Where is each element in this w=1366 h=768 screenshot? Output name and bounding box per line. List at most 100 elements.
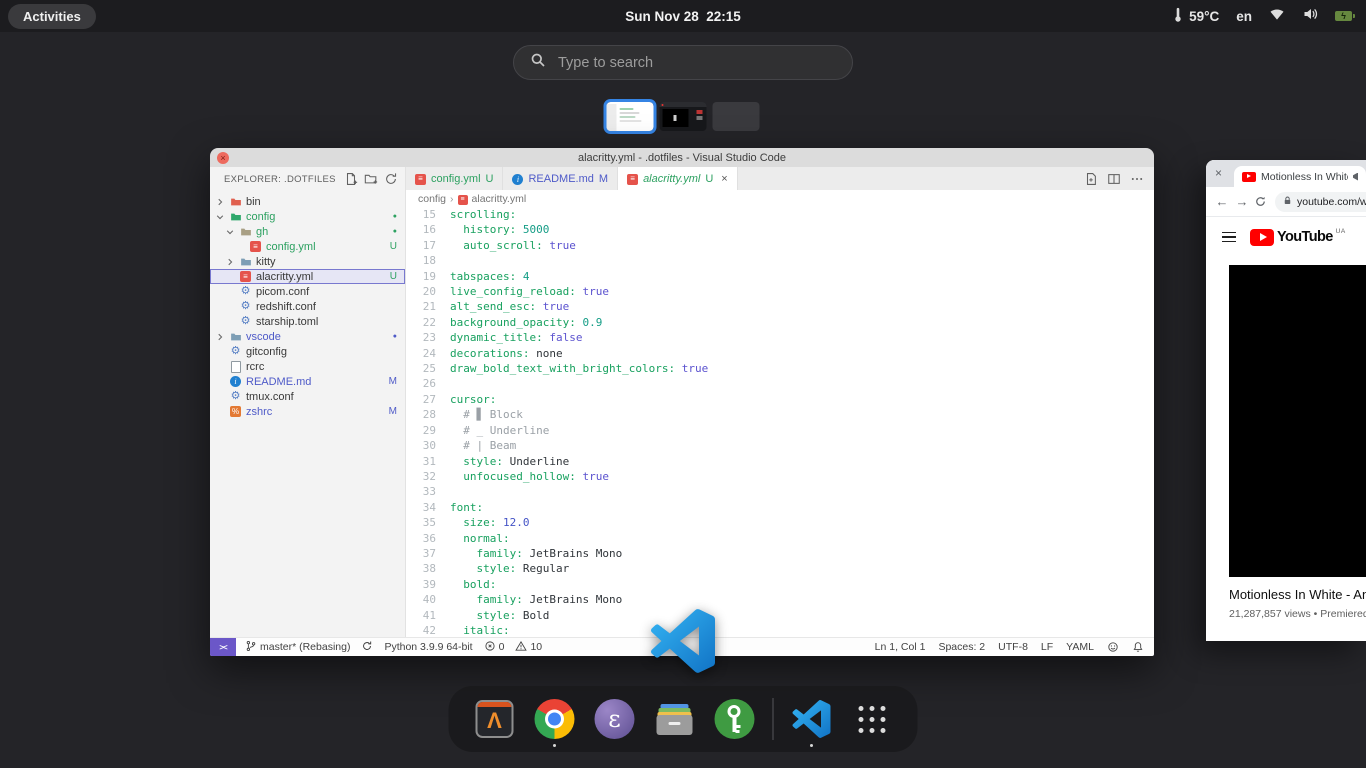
status-spaces-2[interactable]: Spaces: 2 [938, 641, 985, 653]
dock-item-alacritty[interactable]: Λ [469, 686, 521, 752]
split-icon[interactable] [1107, 172, 1121, 186]
new-folder-icon[interactable] [364, 172, 378, 186]
line-number: 20 [406, 284, 450, 299]
clock[interactable]: Sun Nov 28 22:15 [625, 9, 741, 24]
line-text: decorations: none [450, 346, 563, 361]
chrome-window[interactable]: × Motionless In White - ← → youtube.com/… [1206, 160, 1366, 641]
tree-item-gh[interactable]: gh● [210, 224, 405, 239]
dock-item-keys[interactable] [709, 686, 761, 752]
tree-item-readme-md[interactable]: iREADME.mdM [210, 374, 405, 389]
address-bar[interactable]: youtube.com/wa [1275, 192, 1366, 212]
tree-item-vscode[interactable]: vscode● [210, 329, 405, 344]
dock-item-emacs[interactable]: ε [589, 686, 641, 752]
breadcrumb[interactable]: config›≡alacritty.yml [406, 190, 1154, 207]
chevron-right-icon [215, 332, 225, 342]
line-number: 24 [406, 346, 450, 361]
workspace-thumbnail-vscode[interactable] [607, 102, 654, 131]
remote-indicator[interactable]: >< [210, 638, 236, 656]
tree-item-bin[interactable]: bin [210, 194, 405, 209]
tree-item-zshrc[interactable]: %zshrcM [210, 404, 405, 419]
workspace-thumbnail-youtube[interactable] [660, 102, 707, 131]
reload-button[interactable] [1254, 195, 1267, 208]
tab-alacritty-yml[interactable]: ≡alacritty.ymlU× [618, 167, 738, 190]
line-text: italic: [450, 623, 510, 637]
tree-item-config[interactable]: config● [210, 209, 405, 224]
breadcrumb-item[interactable]: alacritty.yml [472, 193, 527, 205]
dock-item-app-grid[interactable] [846, 686, 898, 752]
dock-item-files[interactable] [649, 686, 701, 752]
gear-icon: ⚙ [239, 301, 252, 312]
refresh-icon[interactable] [384, 172, 398, 186]
line-text: background_opacity: 0.9 [450, 315, 602, 330]
tree-item-config-yml[interactable]: ≡config.ymlU [210, 239, 405, 254]
line-text: live_config_reload: true [450, 284, 609, 299]
window-close-button[interactable]: × [217, 152, 229, 164]
tab-readme-md[interactable]: iREADME.mdM [503, 167, 618, 190]
status-branch[interactable]: master* (Rebasing) [245, 640, 350, 655]
tree-item-rcrc[interactable]: rcrc [210, 359, 405, 374]
tree-item-tmux-conf[interactable]: ⚙tmux.conf [210, 389, 405, 404]
feedback-icon[interactable] [1107, 641, 1119, 653]
search-input[interactable] [556, 54, 836, 72]
file-label: zshrc [246, 406, 272, 418]
previous-tab-close-icon[interactable]: × [1215, 166, 1222, 180]
tree-item-gitconfig[interactable]: ⚙gitconfig [210, 344, 405, 359]
status-utf-8[interactable]: UTF-8 [998, 641, 1028, 653]
tree-item-kitty[interactable]: kitty [210, 254, 405, 269]
tree-item-picom-conf[interactable]: ⚙picom.conf [210, 284, 405, 299]
code-line: 34font: [406, 500, 1154, 515]
tab-audio-icon [1353, 173, 1358, 181]
dock-item-vscode[interactable] [786, 686, 838, 752]
line-text: size: 12.0 [450, 515, 530, 530]
menu-icon[interactable] [1222, 232, 1236, 243]
forward-button[interactable]: → [1234, 194, 1250, 209]
volume-icon [1302, 6, 1318, 27]
alacritty-icon: Λ [476, 700, 514, 738]
git-status-badge: U [390, 271, 397, 282]
git-status-badge: M [389, 406, 397, 417]
chrome-active-tab[interactable]: Motionless In White - [1234, 166, 1366, 187]
line-number: 40 [406, 592, 450, 607]
tree-item-alacritty-yml[interactable]: ≡alacritty.ymlU [210, 269, 405, 284]
tab-config-yml[interactable]: ≡config.ymlU [406, 167, 503, 190]
status-warning[interactable]: 10 [515, 640, 542, 655]
dock-item-chrome[interactable] [529, 686, 581, 752]
code-editor[interactable]: 15scrolling:16 history: 500017 auto_scro… [406, 207, 1154, 637]
new-file-icon[interactable] [344, 172, 358, 186]
youtube-logo[interactable]: YouTube UA [1250, 229, 1346, 246]
code-line: 15scrolling: [406, 207, 1154, 222]
status-ln-1-col-1[interactable]: Ln 1, Col 1 [875, 641, 926, 653]
line-text: font: [450, 500, 483, 515]
file-label: rcrc [246, 361, 264, 373]
vscode-window[interactable]: × alacritty.yml - .dotfiles - Visual Stu… [210, 148, 1154, 656]
code-line: 22background_opacity: 0.9 [406, 315, 1154, 330]
workspace-thumbnail-empty[interactable] [713, 102, 760, 131]
bell-icon[interactable] [1132, 641, 1144, 653]
status-lf[interactable]: LF [1041, 641, 1053, 653]
yaml-icon: ≡ [249, 241, 262, 252]
line-number: 39 [406, 577, 450, 592]
file-label: vscode [246, 331, 281, 343]
status-sync[interactable] [361, 640, 373, 655]
line-text: style: Underline [450, 454, 569, 469]
activities-button[interactable]: Activities [8, 4, 96, 29]
info-icon: i [229, 376, 242, 387]
back-button[interactable]: ← [1214, 194, 1230, 209]
status-python-3-9-9-64-bit[interactable]: Python 3.9.9 64-bit [384, 641, 472, 653]
video-player[interactable] [1229, 265, 1366, 577]
tree-item-redshift-conf[interactable]: ⚙redshift.conf [210, 299, 405, 314]
running-indicator [810, 744, 813, 747]
code-line: 16 history: 5000 [406, 222, 1154, 237]
statusbar-right: Ln 1, Col 1 Spaces: 2 UTF-8 LF YAML [875, 641, 1154, 653]
breadcrumb-item[interactable]: config [418, 193, 446, 205]
status-error[interactable]: 0 [484, 640, 505, 655]
search-box[interactable] [513, 45, 853, 80]
system-tray[interactable]: 59°C en ϟ [1170, 6, 1352, 27]
tab-close-icon[interactable]: × [721, 173, 727, 185]
changes-icon[interactable] [1084, 172, 1098, 186]
code-line: 28 # ▋ Block [406, 407, 1154, 422]
more-icon[interactable] [1130, 172, 1144, 186]
keyboard-layout[interactable]: en [1236, 9, 1252, 24]
status-yaml[interactable]: YAML [1066, 641, 1094, 653]
tree-item-starship-toml[interactable]: ⚙starship.toml [210, 314, 405, 329]
